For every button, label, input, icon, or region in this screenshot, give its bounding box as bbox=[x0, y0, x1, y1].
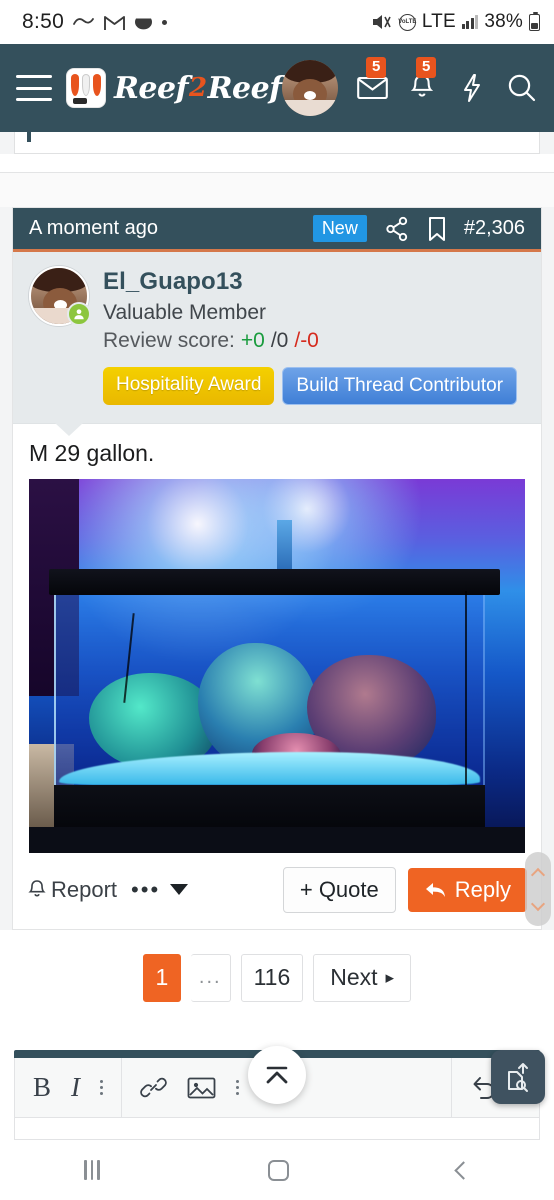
app-header-actions: 5 5 bbox=[282, 57, 538, 116]
next-page-label: Next bbox=[330, 964, 378, 991]
author-title: Valuable Member bbox=[103, 301, 267, 324]
vertical-ellipsis-icon[interactable] bbox=[236, 1080, 240, 1095]
hangouts-icon bbox=[134, 13, 153, 31]
network-type-label: LTE bbox=[421, 11, 456, 32]
brand-part-2: 2 bbox=[189, 73, 207, 103]
home-icon[interactable] bbox=[267, 1159, 289, 1181]
bolt-icon[interactable] bbox=[456, 72, 488, 104]
share-icon[interactable] bbox=[384, 216, 410, 242]
inbox-badge: 5 bbox=[366, 57, 387, 78]
post-attachment-image[interactable] bbox=[29, 478, 525, 853]
android-nav-bar bbox=[0, 1140, 554, 1200]
mute-icon bbox=[371, 13, 393, 31]
review-score-negative: /-0 bbox=[294, 329, 319, 352]
post-header: A moment ago New #2,306 bbox=[13, 208, 541, 252]
bold-icon[interactable]: B bbox=[33, 1072, 51, 1103]
alerts-button[interactable]: 5 bbox=[406, 57, 438, 104]
reef2reef-mark-icon bbox=[66, 68, 106, 108]
review-score-label: Review score: bbox=[103, 329, 235, 352]
next-page-button[interactable]: Next ▸ bbox=[313, 953, 412, 1002]
signal-bars-icon bbox=[461, 15, 479, 29]
award-badge[interactable]: Hospitality Award bbox=[103, 367, 275, 405]
search-icon[interactable] bbox=[506, 72, 538, 104]
editor-input-area[interactable] bbox=[14, 1118, 540, 1140]
reply-label: Reply bbox=[454, 876, 511, 902]
review-score-row: Review score: +0 /0 /-0 bbox=[103, 329, 517, 353]
gmail-icon bbox=[104, 14, 126, 31]
status-bar-right: VoLTE LTE 38% bbox=[371, 11, 540, 33]
editor-group-insert bbox=[121, 1058, 257, 1117]
image-icon[interactable] bbox=[187, 1076, 216, 1100]
inbox-button[interactable]: 5 bbox=[356, 57, 388, 104]
author-username[interactable]: El_Guapo13 bbox=[103, 268, 517, 296]
avatar[interactable] bbox=[282, 60, 338, 116]
online-status-icon bbox=[67, 302, 91, 326]
brand-wordmark: Reef 2 Reef bbox=[114, 71, 282, 106]
status-bar: 8:50 VoLTE LTE 38% bbox=[0, 0, 554, 44]
reply-arrow-icon bbox=[424, 880, 448, 900]
review-score-positive: +0 bbox=[240, 329, 265, 352]
author-awards: Hospitality Award Build Thread Contribut… bbox=[103, 367, 518, 405]
post-author-block: El_Guapo13 Valuable Member Review score:… bbox=[13, 252, 541, 436]
volte-icon: VoLTE bbox=[398, 13, 416, 31]
page-content: A moment ago New #2,306 El_Guapo13 Valua… bbox=[0, 128, 554, 1030]
caret-down-icon bbox=[170, 884, 189, 896]
upload-document-icon[interactable] bbox=[491, 1050, 545, 1104]
brand-part-1: Reef bbox=[114, 70, 189, 106]
post-reply-actions: + Quote Reply bbox=[282, 866, 527, 913]
link-icon[interactable] bbox=[140, 1074, 167, 1101]
previous-post-sliver bbox=[14, 128, 540, 154]
reply-button[interactable]: Reply bbox=[407, 867, 527, 912]
page-1-button[interactable]: 1 bbox=[142, 953, 181, 1002]
status-bar-clock: 8:50 bbox=[22, 10, 65, 33]
author-meta: El_Guapo13 Valuable Member Review score:… bbox=[103, 266, 518, 405]
back-icon[interactable] bbox=[454, 1160, 473, 1180]
app-header: Reef 2 Reef 5 5 bbox=[0, 44, 554, 132]
post-header-actions: New #2,306 bbox=[312, 215, 525, 242]
ellipsis-icon: ••• bbox=[131, 876, 161, 902]
caret-right-icon: ▸ bbox=[385, 967, 395, 987]
battery-icon bbox=[529, 11, 540, 31]
review-score-neutral: /0 bbox=[270, 329, 289, 352]
alerts-badge: 5 bbox=[416, 57, 437, 78]
spacer bbox=[0, 173, 554, 207]
brand-part-3: Reef bbox=[207, 70, 283, 106]
page-last-button[interactable]: 116 bbox=[240, 953, 304, 1002]
scroll-to-top-icon[interactable] bbox=[248, 1046, 306, 1104]
report-button[interactable]: Report bbox=[27, 877, 117, 903]
post-more-menu[interactable]: ••• bbox=[131, 876, 189, 903]
bell-icon bbox=[27, 879, 47, 901]
vertical-ellipsis-icon[interactable] bbox=[100, 1080, 104, 1095]
pagination-container: 1 ... 116 Next ▸ bbox=[0, 929, 554, 1030]
pagination: 1 ... 116 Next ▸ bbox=[142, 953, 412, 1002]
post-body: M 29 gallon. bbox=[13, 424, 541, 853]
quote-button[interactable]: + Quote bbox=[282, 866, 396, 913]
site-logo[interactable]: Reef 2 Reef bbox=[66, 68, 282, 108]
status-bar-left: 8:50 bbox=[22, 10, 168, 34]
post-number[interactable]: #2,306 bbox=[464, 217, 525, 240]
hamburger-menu-icon[interactable] bbox=[16, 75, 52, 101]
scrollbar-thumb[interactable] bbox=[525, 852, 551, 926]
wave-icon bbox=[73, 15, 95, 29]
editor-group-text: B I bbox=[15, 1058, 121, 1117]
post-actions: Report ••• + Quote Reply bbox=[13, 853, 541, 929]
post-message: M 29 gallon. bbox=[29, 439, 155, 466]
battery-percent-label: 38% bbox=[484, 11, 523, 32]
author-avatar[interactable] bbox=[29, 266, 91, 326]
dot-icon bbox=[162, 19, 168, 25]
post-card: A moment ago New #2,306 El_Guapo13 Valua… bbox=[12, 207, 542, 930]
spacer bbox=[0, 154, 554, 172]
italic-icon[interactable]: I bbox=[71, 1072, 80, 1103]
page-ellipsis[interactable]: ... bbox=[190, 953, 231, 1002]
bookmark-icon[interactable] bbox=[427, 216, 447, 242]
post-timestamp[interactable]: A moment ago bbox=[29, 217, 158, 240]
award-badge[interactable]: Build Thread Contributor bbox=[282, 367, 518, 405]
recents-icon[interactable] bbox=[84, 1160, 100, 1180]
report-label: Report bbox=[51, 876, 118, 902]
new-badge: New bbox=[312, 215, 367, 242]
